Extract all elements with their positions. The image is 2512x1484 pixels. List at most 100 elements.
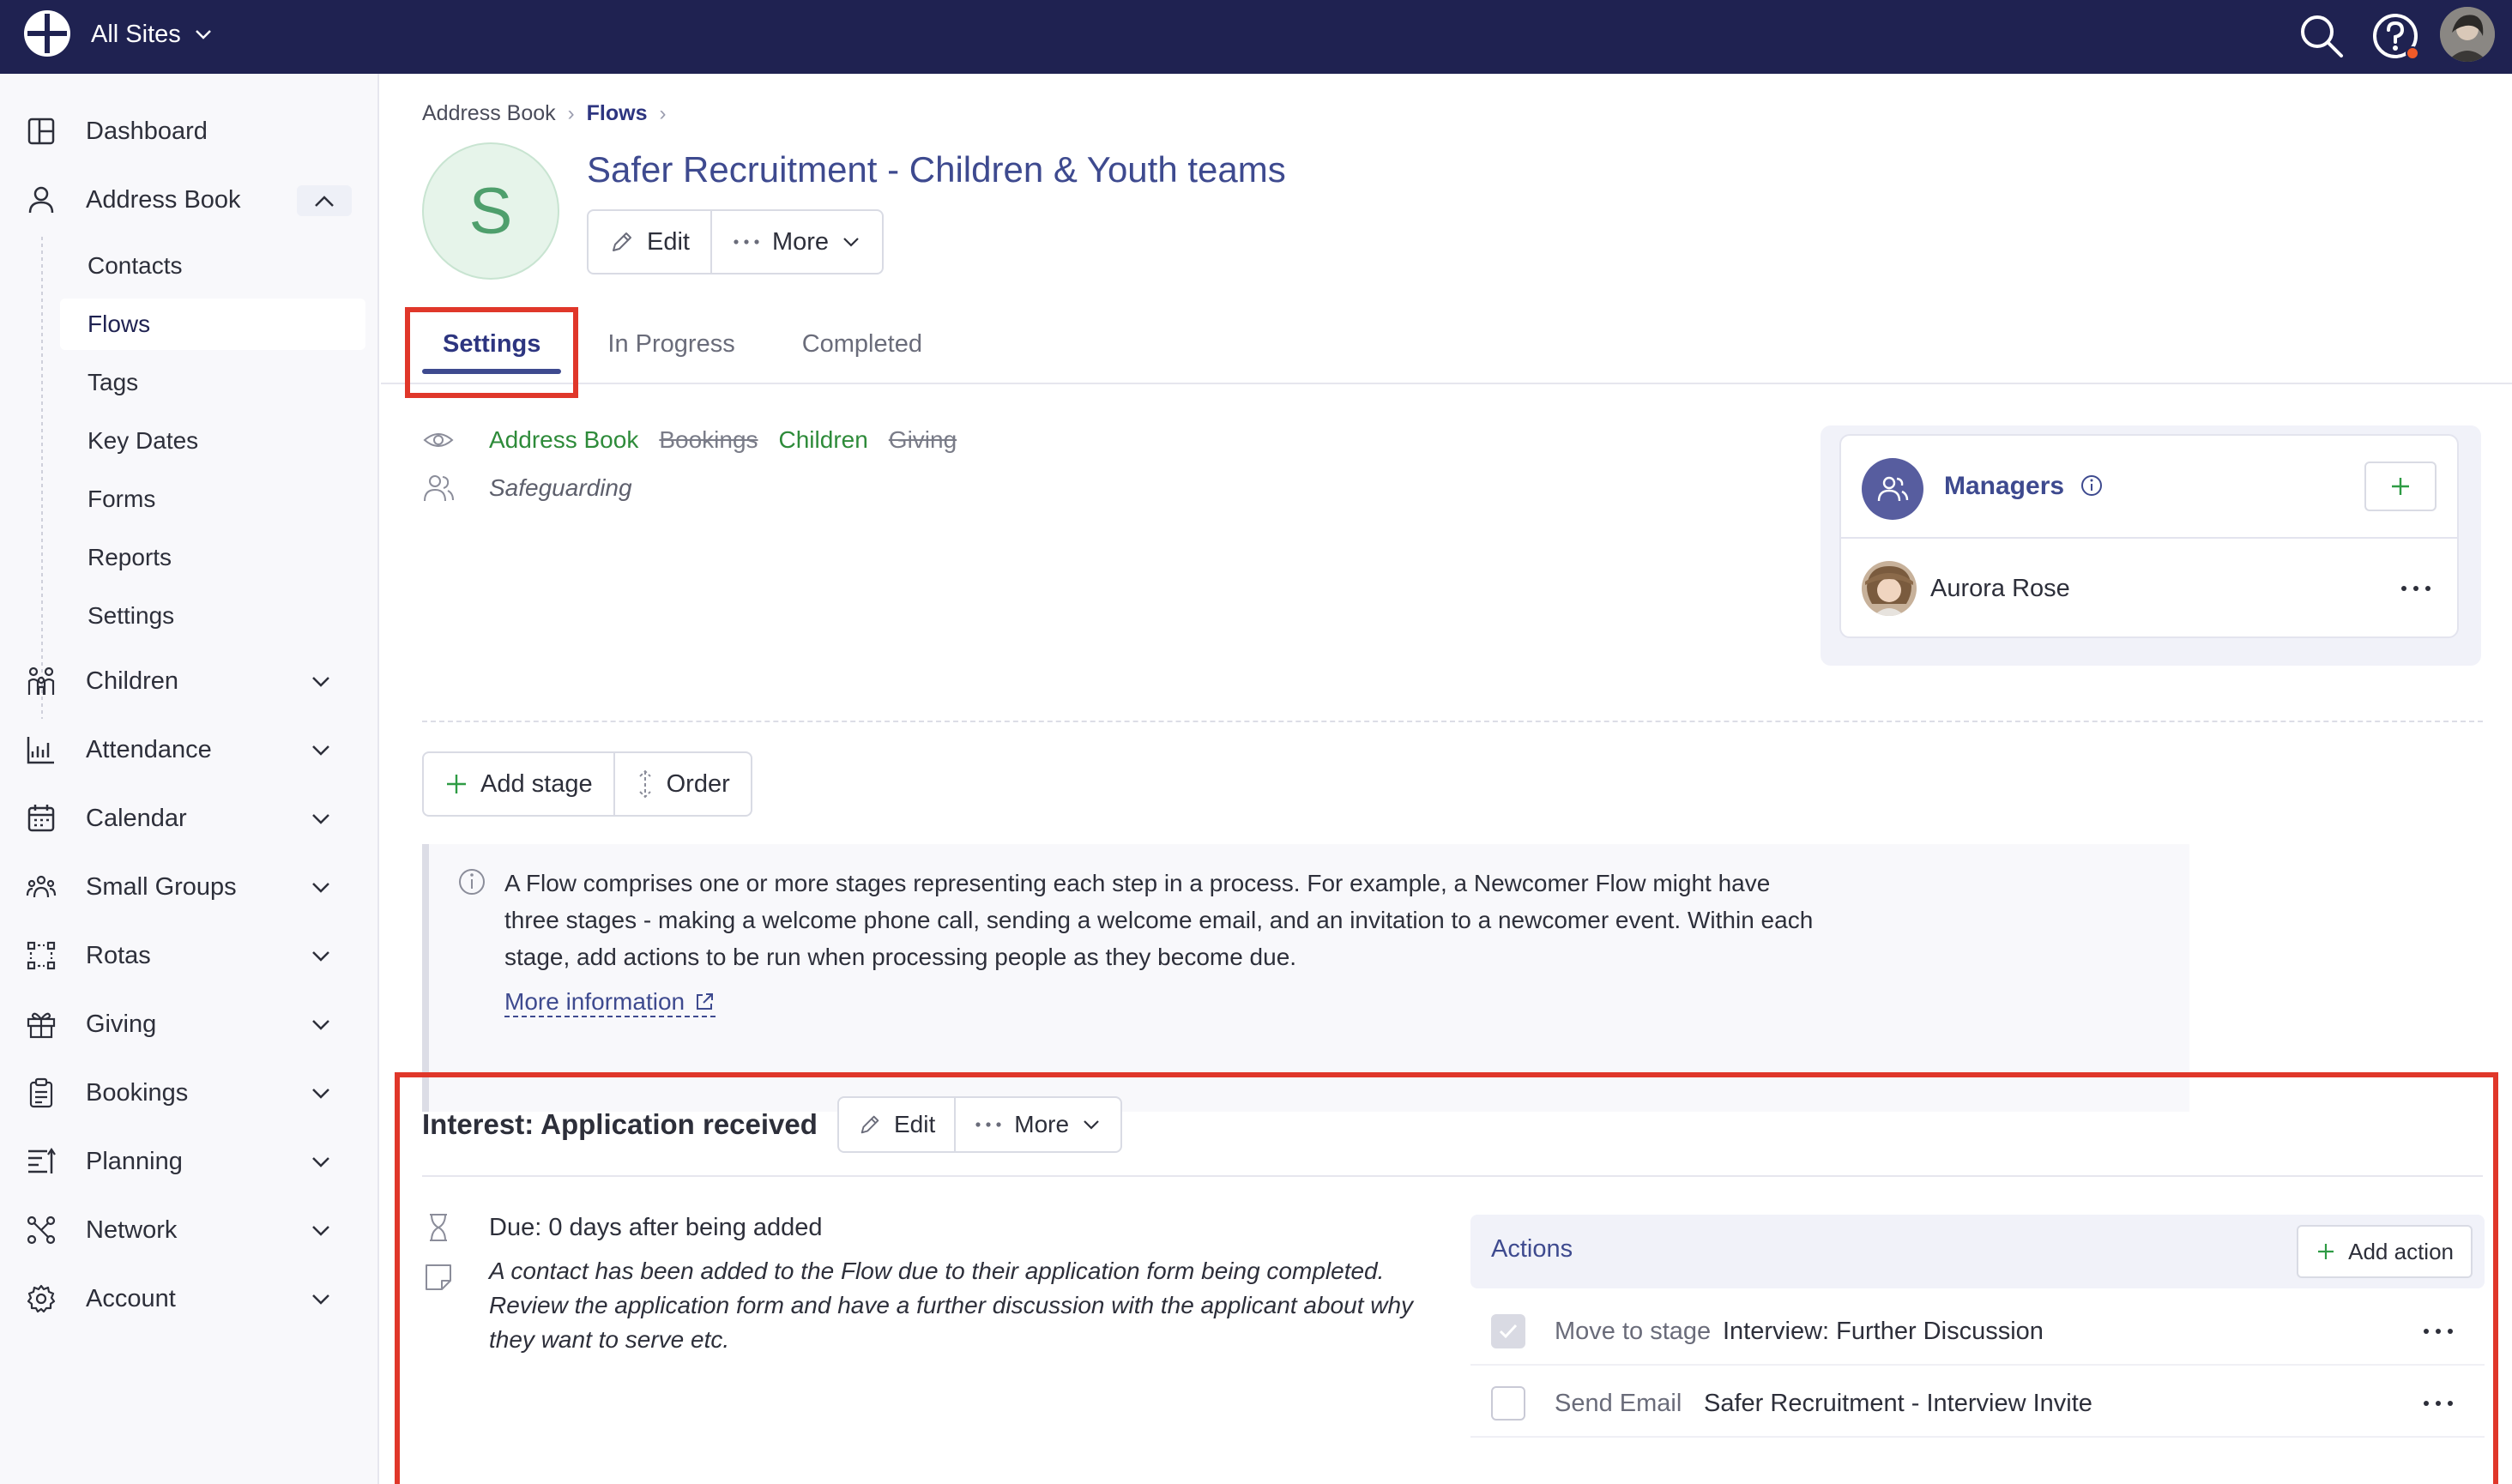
plus-icon (2392, 478, 2409, 495)
edit-label: Edit (647, 227, 690, 256)
chevron-down-icon (312, 1089, 329, 1099)
visibility-tag-children[interactable]: Children (779, 426, 868, 454)
sidebar-item-network[interactable]: Network (0, 1200, 379, 1260)
sidebar-item-account[interactable]: Account (0, 1269, 379, 1329)
ellipsis-icon (975, 1122, 1001, 1127)
stage-more-button[interactable]: More (956, 1098, 1120, 1151)
checkmark-icon (1499, 1324, 1518, 1339)
subnav-reports[interactable]: Reports (60, 532, 365, 583)
tab-settings[interactable]: Settings (422, 314, 562, 374)
sidebar-item-bookings[interactable]: Bookings (0, 1063, 379, 1123)
sidebar-item-label: Calendar (86, 804, 187, 832)
visibility-tag-address-book[interactable]: Address Book (489, 426, 638, 454)
stage-description: A contact has been added to the Flow due… (489, 1258, 1414, 1353)
sidebar-item-calendar[interactable]: Calendar (0, 788, 379, 848)
collapse-button[interactable] (297, 185, 352, 216)
sidebar-item-planning[interactable]: Planning (0, 1131, 379, 1191)
planning-icon (28, 1148, 56, 1173)
subnav-settings[interactable]: Settings (60, 590, 365, 642)
security-group-label: Safeguarding (489, 474, 632, 501)
rotas-icon (27, 941, 56, 970)
chevron-down-icon (312, 883, 329, 893)
sidebar-item-attendance[interactable]: Attendance (0, 720, 379, 780)
chevron-down-icon (312, 1020, 329, 1030)
breadcrumb-flows[interactable]: Flows (587, 101, 648, 126)
chevron-down-icon (312, 1226, 329, 1236)
managers-group-icon (1862, 458, 1923, 520)
sidebar-item-address-book[interactable]: Address Book (0, 170, 379, 230)
visibility-tag-bookings[interactable]: Bookings (659, 426, 758, 454)
subnav-contacts[interactable]: Contacts (60, 240, 365, 292)
action-kind: Move to stage (1555, 1318, 1712, 1345)
sidebar-item-children[interactable]: Children (0, 651, 379, 711)
stage-toolbar: Add stage Order (422, 751, 752, 817)
stage-edit-label: Edit (894, 1111, 936, 1137)
info-icon[interactable] (2080, 474, 2104, 498)
more-label: More (771, 227, 830, 256)
action-value: Safer Recruitment - Interview Invite (1704, 1390, 2092, 1417)
section-divider (422, 721, 2483, 722)
help-icon[interactable] (2370, 10, 2421, 62)
stage-edit-button[interactable]: Edit (839, 1098, 957, 1151)
stage-more-label: More (1014, 1111, 1070, 1137)
add-stage-label: Add stage (480, 769, 593, 798)
row-menu-icon[interactable] (2421, 1398, 2455, 1409)
row-menu-icon[interactable] (2399, 583, 2433, 594)
subnav-key-dates[interactable]: Key Dates (60, 415, 365, 467)
sort-arrows-icon (638, 769, 651, 799)
action-checkbox[interactable] (1491, 1386, 1525, 1421)
site-switcher[interactable]: All Sites (91, 17, 214, 51)
chevron-up-icon (315, 196, 334, 207)
add-manager-button[interactable] (2364, 461, 2437, 511)
tab-in-progress[interactable]: In Progress (587, 314, 755, 374)
chevron-down-icon (312, 745, 329, 756)
dashboard-icon (27, 118, 55, 145)
stage-description-row: A contact has been added to the Flow due… (422, 1258, 1441, 1357)
plus-icon (447, 775, 466, 793)
subnav-forms[interactable]: Forms (60, 474, 365, 525)
info-callout: A Flow comprises one or more stages repr… (422, 844, 2189, 1112)
user-avatar[interactable] (2440, 7, 2495, 62)
action-row: Move to stage Interview: Further Discuss… (1470, 1297, 2485, 1366)
action-checkbox[interactable] (1491, 1314, 1525, 1348)
eye-icon (423, 433, 454, 447)
more-button[interactable]: More (712, 211, 882, 273)
subnav-flows[interactable]: Flows (60, 299, 365, 350)
edit-button[interactable]: Edit (589, 211, 712, 273)
flow-actions: Edit More (587, 209, 885, 274)
hourglass-icon (430, 1214, 447, 1241)
search-icon[interactable] (2296, 10, 2347, 62)
logo-icon[interactable] (22, 9, 72, 58)
sidebar-item-label: Dashboard (86, 117, 208, 145)
gift-icon (27, 1012, 56, 1039)
more-information-link[interactable]: More information (504, 988, 716, 1017)
managers-card: Managers Aurora Rose (1839, 434, 2459, 638)
sidebar-item-label: Bookings (86, 1078, 189, 1107)
security-group-row: Safeguarding (422, 472, 632, 504)
page-title: Safer Recruitment - Children & Youth tea… (587, 149, 1286, 190)
attendance-chart-icon (27, 737, 54, 764)
subnav-tags[interactable]: Tags (60, 357, 365, 408)
visibility-row: Address Book Bookings Children Giving (422, 424, 977, 456)
sidebar-item-label: Account (86, 1284, 176, 1312)
add-action-button[interactable]: Add action (2297, 1225, 2473, 1278)
tab-divider (381, 383, 2512, 384)
tab-bar: Settings In Progress Completed (422, 314, 969, 374)
ellipsis-icon (734, 239, 759, 244)
breadcrumb-separator-icon: › (567, 101, 575, 125)
breadcrumb-address-book[interactable]: Address Book (422, 101, 556, 126)
action-row: Send Email Safer Recruitment - Interview… (1470, 1369, 2485, 1438)
add-stage-button[interactable]: Add stage (424, 753, 615, 815)
sidebar-item-small-groups[interactable]: Small Groups (0, 857, 379, 917)
row-menu-icon[interactable] (2421, 1326, 2455, 1336)
stage-divider (422, 1175, 2483, 1177)
visibility-tag-giving[interactable]: Giving (889, 426, 957, 454)
sidebar-item-giving[interactable]: Giving (0, 994, 379, 1054)
sidebar-item-dashboard[interactable]: Dashboard (0, 101, 379, 161)
calendar-icon (27, 805, 55, 832)
order-button[interactable]: Order (615, 753, 751, 815)
info-icon (459, 869, 485, 895)
sidebar-item-label: Network (86, 1216, 178, 1244)
sidebar-item-rotas[interactable]: Rotas (0, 926, 379, 986)
tab-completed[interactable]: Completed (782, 314, 943, 374)
